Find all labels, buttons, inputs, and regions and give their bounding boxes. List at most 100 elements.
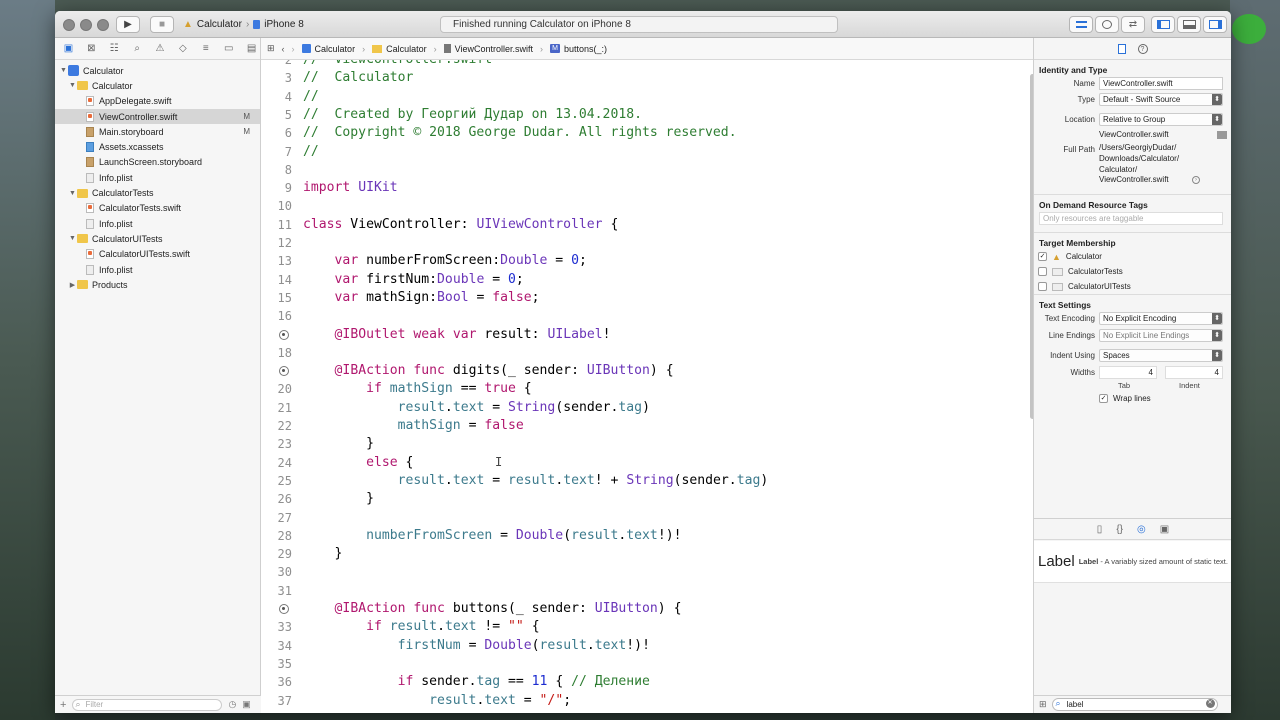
run-button[interactable]: ▶ (116, 16, 140, 33)
name-field[interactable]: ViewController.swift (1099, 77, 1223, 90)
code-line[interactable]: 21 result.text = String(sender.tag) (261, 399, 1021, 417)
checkbox-checked[interactable]: ✓ (1038, 252, 1047, 261)
toggle-inspector-button[interactable] (1203, 16, 1227, 33)
target-row-uitests[interactable]: CalculatorUITests (1034, 279, 1231, 294)
breadcrumb-symbol[interactable]: Mbuttons(_:) (549, 44, 607, 54)
connection-dot-icon[interactable] (279, 366, 289, 377)
warning-icon[interactable]: ⚠ (152, 42, 169, 56)
breakpoint-icon[interactable]: ▭ (220, 42, 237, 56)
debug-icon[interactable]: ≡ (197, 42, 214, 56)
source-editor[interactable]: 2 // ViewController.swift 3 // Calculator 4 /… (261, 60, 1033, 713)
navigator-item[interactable]: LaunchScreen.storyboard (55, 155, 260, 170)
standard-editor-button[interactable] (1069, 16, 1093, 33)
related-items-icon[interactable]: ⊞ (267, 43, 275, 54)
help-icon[interactable]: ? (1137, 43, 1148, 54)
toggle-navigator-button[interactable] (1151, 16, 1175, 33)
encoding-popup[interactable]: No Explicit Encoding (1099, 312, 1223, 325)
zoom-window-button[interactable] (97, 19, 109, 31)
target-row-tests[interactable]: CalculatorTests (1034, 264, 1231, 279)
close-window-button[interactable] (63, 19, 75, 31)
code-line[interactable]: @IBAction func digits(_ sender: UIButton… (261, 362, 1021, 380)
breadcrumb-file[interactable]: ViewController.swift (443, 44, 533, 54)
navigator-item[interactable]: ▶ Products (55, 277, 260, 292)
disclosure-open-icon[interactable]: ▼ (68, 235, 77, 242)
assistant-editor-button[interactable] (1095, 16, 1119, 33)
reveal-arrow-icon[interactable]: › (1192, 176, 1200, 184)
code-line[interactable]: 22 mathSign = false (261, 417, 1021, 435)
navigator-item[interactable]: Info.plist (55, 170, 260, 185)
odr-tags-field[interactable]: Only resources are taggable (1039, 212, 1223, 225)
scm-filter-icon[interactable]: ▣ (242, 699, 251, 710)
code-line[interactable]: 12 (261, 234, 1021, 252)
code-line[interactable]: 13 var numberFromScreen:Double = 0; (261, 252, 1021, 270)
symbol-icon[interactable]: ☷ (106, 42, 123, 56)
code-line[interactable]: 8 (261, 161, 1021, 179)
code-line[interactable]: 14 var firstNum:Double = 0; (261, 271, 1021, 289)
indent-using-popup[interactable]: Spaces (1099, 349, 1223, 362)
file-inspector-tab-icon[interactable] (1117, 43, 1126, 54)
toggle-debug-area-button[interactable] (1177, 16, 1201, 33)
wrap-lines-row[interactable]: ✓ Wrap lines (1034, 391, 1231, 406)
code-line[interactable]: 34 firstNum = Double(result.text!)! (261, 637, 1021, 655)
checkbox[interactable] (1038, 282, 1047, 291)
scheme-selector[interactable]: ▲ Calculator › iPhone 8 (183, 16, 304, 33)
minimize-window-button[interactable] (80, 19, 92, 31)
code-line[interactable]: @IBAction func buttons(_ sender: UIButto… (261, 600, 1021, 618)
connection-dot-icon[interactable] (279, 329, 289, 340)
test-icon[interactable]: ◇ (174, 42, 191, 56)
checkbox[interactable] (1038, 267, 1047, 276)
target-row-calculator[interactable]: ✓ ▲ Calculator (1034, 249, 1231, 264)
disclosure-open-icon[interactable]: ▼ (68, 190, 77, 197)
navigator-item[interactable]: ▼ CalculatorTests (55, 185, 260, 200)
code-line[interactable]: 9 import UIKit (261, 179, 1021, 197)
navigator-item[interactable]: ▼ Calculator (55, 63, 260, 78)
navigator-item[interactable]: AppDelegate.swift (55, 94, 260, 109)
code-line[interactable]: 36 if sender.tag == 11 { // Деление (261, 673, 1021, 691)
code-snippet-icon[interactable]: {} (1116, 524, 1123, 535)
grid-view-icon[interactable]: ⊞ (1039, 699, 1047, 710)
code-line[interactable]: 23 } (261, 435, 1021, 453)
navigator-item[interactable]: CalculatorUITests.swift (55, 247, 260, 262)
source-control-icon[interactable]: ⊠ (83, 42, 100, 56)
breadcrumb-project[interactable]: Calculator (301, 44, 355, 54)
code-line[interactable]: 25 result.text = result.text! + String(s… (261, 472, 1021, 490)
code-line[interactable]: 7 // (261, 143, 1021, 161)
code-line[interactable]: 16 (261, 307, 1021, 325)
code-line[interactable]: 10 (261, 197, 1021, 215)
code-line[interactable]: 30 (261, 563, 1021, 581)
code-line[interactable]: 24 else { (261, 454, 1021, 472)
location-popup[interactable]: Relative to Group (1099, 113, 1223, 126)
code-line[interactable]: 4 // (261, 88, 1021, 106)
code-line[interactable]: 11 class ViewController: UIViewController… (261, 216, 1021, 234)
code-line[interactable]: 3 // Calculator (261, 69, 1021, 87)
code-line[interactable]: @IBOutlet weak var result: UILabel! (261, 326, 1021, 344)
navigator-item[interactable]: Info.plist (55, 216, 260, 231)
folder-icon[interactable] (1217, 131, 1227, 139)
type-popup[interactable]: Default - Swift Source (1099, 93, 1223, 106)
version-editor-button[interactable]: ⇄ (1121, 16, 1145, 33)
object-library-icon[interactable]: ◎ (1137, 524, 1146, 535)
code-line[interactable]: 29 } (261, 545, 1021, 563)
navigator-item[interactable]: Info.plist (55, 262, 260, 277)
report-icon[interactable]: ▤ (243, 42, 260, 56)
folder-icon[interactable]: ▣ (60, 42, 77, 56)
code-line[interactable]: 35 (261, 655, 1021, 673)
code-line[interactable]: 5 // Created by Георгий Дудар on 13.04.20… (261, 106, 1021, 124)
code-line[interactable]: 20 if mathSign == true { (261, 380, 1021, 398)
code-line[interactable]: 37 result.text = "/"; (261, 692, 1021, 710)
navigator-item[interactable]: CalculatorTests.swift (55, 201, 260, 216)
navigator-item[interactable]: ▼ Calculator (55, 78, 260, 93)
navigator-item[interactable]: ViewController.swift M (55, 108, 260, 125)
navigator-item[interactable]: Assets.xcassets (55, 139, 260, 154)
code-line[interactable]: 18 (261, 344, 1021, 362)
search-icon[interactable]: ⌕ (129, 42, 146, 56)
disclosure-open-icon[interactable]: ▼ (68, 82, 77, 89)
navigator-filter-input[interactable]: Filter (72, 698, 223, 711)
connection-dot-icon[interactable] (279, 604, 289, 614)
breadcrumb-group[interactable]: Calculator (372, 44, 427, 54)
back-arrow-icon[interactable]: ‹ (282, 44, 285, 54)
tab-width-field[interactable]: 4 (1099, 366, 1157, 379)
code-line[interactable]: 6 // Copyright © 2018 George Dudar. All r… (261, 124, 1021, 142)
code-line[interactable]: 28 numberFromScreen = Double(result.text… (261, 527, 1021, 545)
code-line[interactable]: 31 (261, 582, 1021, 600)
